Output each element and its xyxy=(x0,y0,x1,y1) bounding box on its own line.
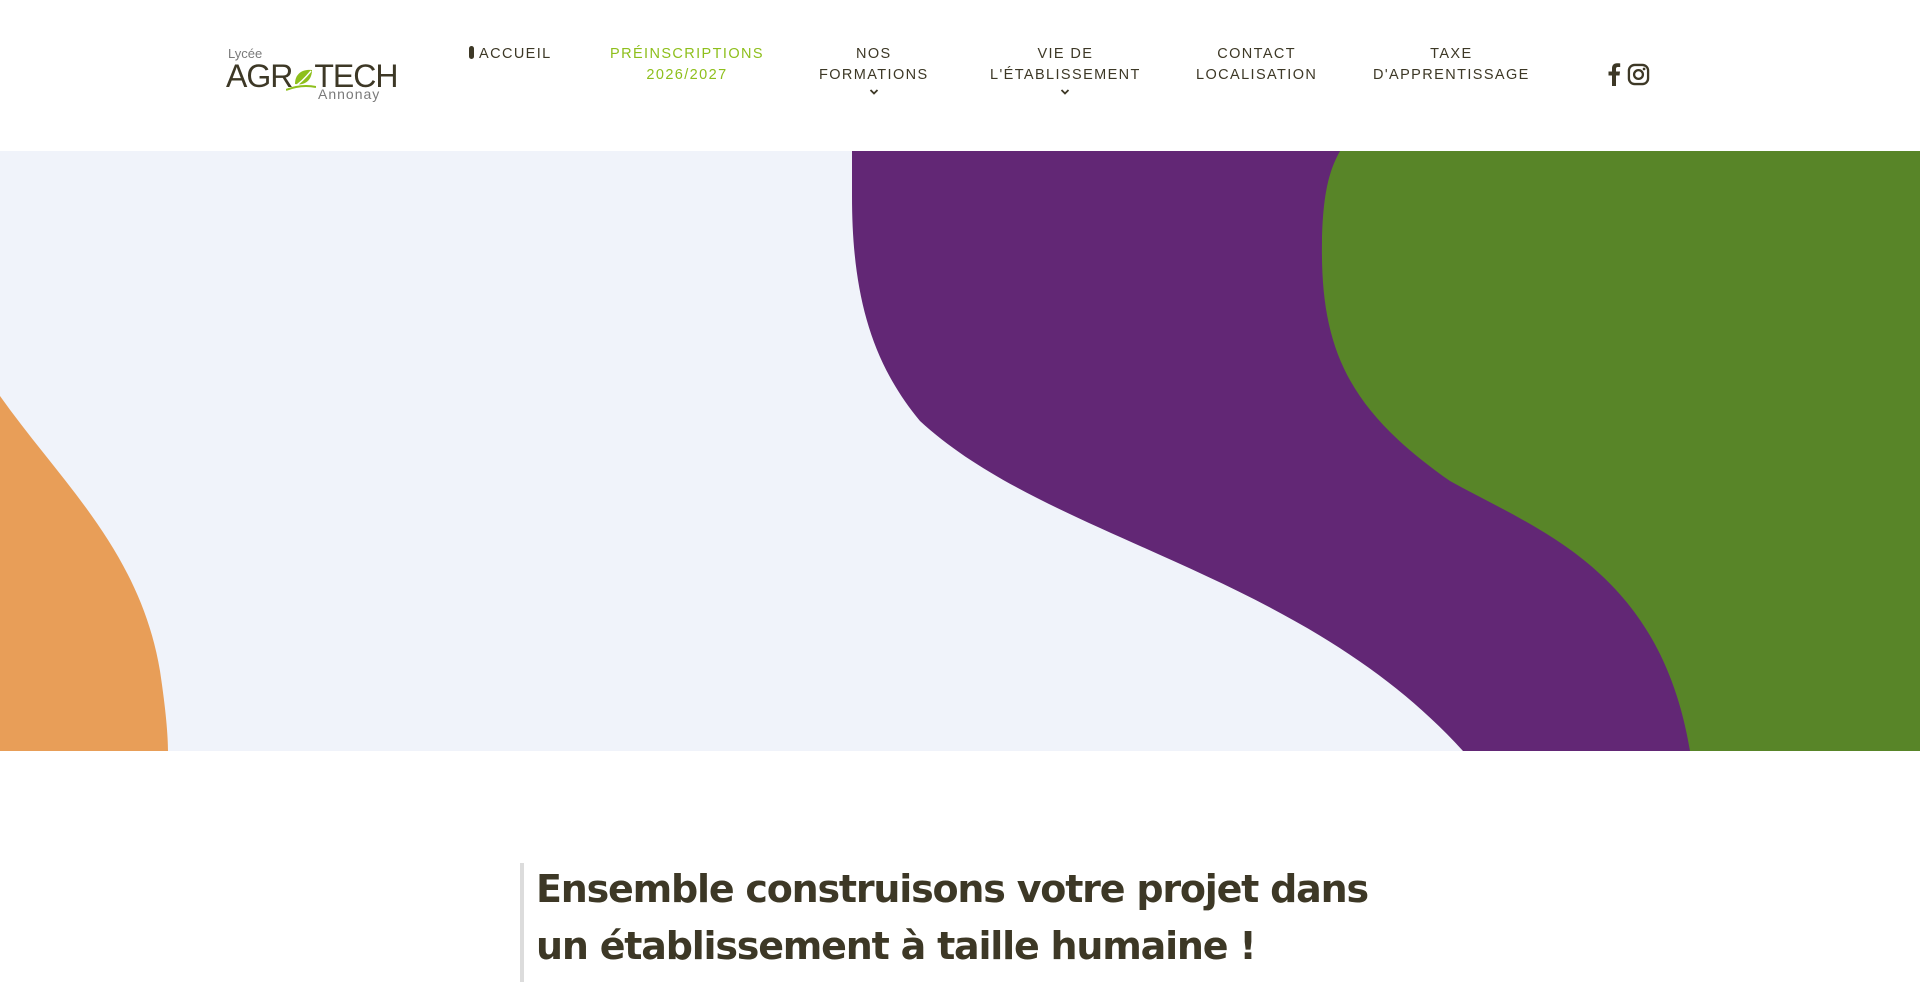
nav-label-line: NOS xyxy=(855,46,892,62)
site-header: Lycée AGR TECH Annonay Accueil PRÉINSCRIP… xyxy=(0,0,1920,151)
nav-item-vie-etablissement[interactable]: VIE DE L'ÉTABLISSEMENT xyxy=(990,44,1141,96)
facebook-icon xyxy=(1608,63,1621,86)
nav-item-preinscriptions[interactable]: PRÉINSCRIPTIONS 2026/2027 xyxy=(610,44,764,86)
nav-label-line: LOCALISATION xyxy=(1196,67,1318,83)
intro-headline: Ensemble construisons votre projet dans … xyxy=(536,861,1436,975)
nav-label-line: VIE DE xyxy=(1037,46,1094,62)
quote-border xyxy=(520,863,524,982)
home-marker-icon xyxy=(469,46,474,59)
nav-label-accueil: Accueil xyxy=(479,46,552,62)
hero-banner xyxy=(0,151,1920,751)
nav-item-accueil[interactable]: Accueil xyxy=(469,44,552,65)
nav-label-line: 2026/2027 xyxy=(646,67,728,83)
facebook-link[interactable] xyxy=(1607,62,1621,90)
chevron-down-icon xyxy=(1061,89,1070,95)
social-links xyxy=(1607,62,1650,90)
nav-label-line: FORMATIONS xyxy=(819,67,929,83)
nav-label-line: CONTACT xyxy=(1217,46,1297,62)
instagram-link[interactable] xyxy=(1627,63,1650,90)
nav-label-line: TAXE xyxy=(1430,46,1473,62)
logo-agr-text: AGR xyxy=(226,58,293,94)
headline-line: Ensemble construisons votre projet dans xyxy=(536,867,1369,911)
nav-label-line: L'ÉTABLISSEMENT xyxy=(990,67,1141,83)
nav-item-contact[interactable]: CONTACT LOCALISATION xyxy=(1196,44,1317,86)
nav-item-formations[interactable]: NOS FORMATIONS xyxy=(819,44,929,96)
logo-city-text: Annonay xyxy=(318,86,381,102)
logo-swoosh xyxy=(286,85,316,91)
site-logo[interactable]: Lycée AGR TECH Annonay xyxy=(226,46,398,104)
hero-wave-illustration xyxy=(0,151,1920,751)
nav-label-line: PRÉINSCRIPTIONS xyxy=(610,46,764,62)
headline-line: un établissement à taille humaine ! xyxy=(536,924,1257,968)
nav-label-line: D'APPRENTISSAGE xyxy=(1373,67,1530,83)
intro-section: Ensemble construisons votre projet dans … xyxy=(0,751,1920,993)
instagram-icon xyxy=(1627,63,1650,85)
nav-item-taxe[interactable]: TAXE D'APPRENTISSAGE xyxy=(1373,44,1530,86)
chevron-down-icon xyxy=(869,89,878,95)
